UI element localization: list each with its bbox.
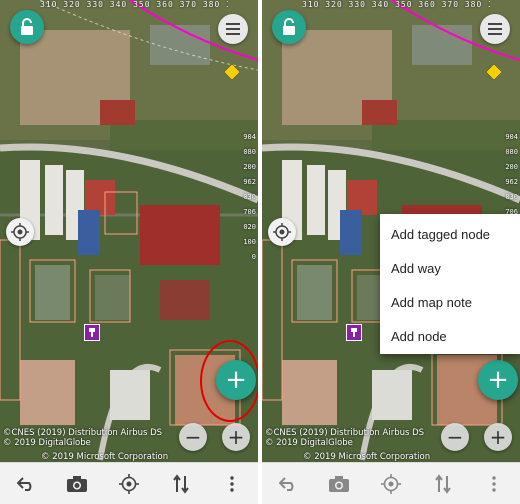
gps-follow-icon[interactable] bbox=[378, 471, 404, 497]
overflow-icon[interactable] bbox=[481, 471, 507, 497]
scale-top: 310 320 330 340 350 360 370 380 390 410 bbox=[302, 0, 490, 9]
zoom-out-button[interactable]: − bbox=[179, 423, 207, 451]
map-view[interactable]: 310 320 330 340 350 360 370 380 390 410 … bbox=[0, 0, 258, 462]
lock-open-icon[interactable] bbox=[272, 10, 306, 44]
highlight-annotation bbox=[200, 340, 258, 422]
add-button[interactable]: + bbox=[478, 360, 518, 400]
attribution-line1: ©CNES (2019) Distribution Airbus DS bbox=[265, 428, 425, 438]
undo-icon[interactable] bbox=[13, 471, 39, 497]
zoom-in-button[interactable]: + bbox=[222, 423, 250, 451]
map-note-icon[interactable] bbox=[84, 324, 100, 341]
map-view[interactable]: 310 320 330 340 350 360 370 380 390 410 … bbox=[262, 0, 520, 462]
attribution: ©CNES (2019) Distribution Airbus DS © 20… bbox=[265, 428, 430, 462]
overflow-icon[interactable] bbox=[219, 471, 245, 497]
menu-item-add-tagged-node[interactable]: Add tagged node bbox=[380, 218, 520, 252]
menu-item-add-map-note[interactable]: Add map note bbox=[380, 286, 520, 320]
attribution-line2: © 2019 DigitalGlobe bbox=[3, 438, 91, 448]
screen-right: 310 320 330 340 350 360 370 380 390 410 … bbox=[262, 0, 520, 504]
attribution-line2: © 2019 DigitalGlobe bbox=[265, 438, 353, 448]
attribution: ©CNES (2019) Distribution Airbus DS © 20… bbox=[3, 428, 168, 462]
transfer-icon[interactable] bbox=[168, 471, 194, 497]
gps-crosshair-icon[interactable] bbox=[6, 218, 34, 246]
gps-follow-icon[interactable] bbox=[116, 471, 142, 497]
screen-left: 310 320 330 340 350 360 370 380 390 410 … bbox=[0, 0, 258, 504]
camera-icon[interactable] bbox=[326, 471, 352, 497]
menu-icon[interactable] bbox=[480, 14, 510, 44]
gps-position-icon bbox=[223, 63, 241, 84]
bottom-toolbar bbox=[262, 462, 520, 504]
transfer-icon[interactable] bbox=[430, 471, 456, 497]
scale-top: 310 320 330 340 350 360 370 380 390 410 bbox=[40, 0, 228, 9]
attribution-line3: © 2019 Microsoft Corporation bbox=[41, 452, 169, 462]
menu-item-add-way[interactable]: Add way bbox=[380, 252, 520, 286]
undo-icon[interactable] bbox=[275, 471, 301, 497]
attribution-line3: © 2019 Microsoft Corporation bbox=[303, 452, 431, 462]
attribution-line1: ©CNES (2019) Distribution Airbus DS bbox=[3, 428, 163, 438]
bottom-toolbar bbox=[0, 462, 258, 504]
lock-open-icon[interactable] bbox=[10, 10, 44, 44]
map-note-icon[interactable] bbox=[346, 324, 362, 341]
zoom-in-button[interactable]: + bbox=[484, 423, 512, 451]
zoom-out-button[interactable]: − bbox=[441, 423, 469, 451]
menu-icon[interactable] bbox=[218, 14, 248, 44]
menu-item-add-node[interactable]: Add node bbox=[380, 320, 520, 354]
gps-crosshair-icon[interactable] bbox=[268, 218, 296, 246]
camera-icon[interactable] bbox=[64, 471, 90, 497]
add-popup-menu: Add tagged node Add way Add map note Add… bbox=[380, 214, 520, 354]
gps-position-icon bbox=[485, 63, 503, 84]
